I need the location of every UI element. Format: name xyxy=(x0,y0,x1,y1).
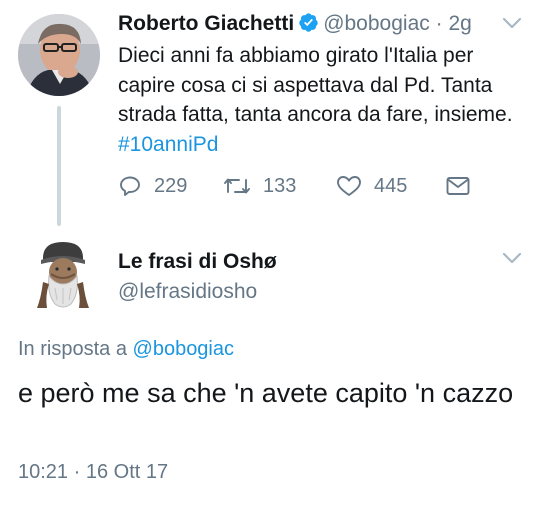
avatar-photo-image xyxy=(18,14,100,96)
tweet-actions: 229 133 445 xyxy=(118,174,478,202)
reply-time[interactable]: 10:21 xyxy=(18,461,68,483)
thread-connector-line xyxy=(57,106,61,226)
retweet-count: 133 xyxy=(263,174,297,197)
author-name[interactable]: Roberto Giachetti xyxy=(118,12,294,35)
reply-count: 229 xyxy=(154,174,188,197)
tweet-body: Dieci anni fa abbiamo girato l'Italia pe… xyxy=(118,44,513,126)
reply-tweet-text: e però me sa che 'n avete capito 'n cazz… xyxy=(18,378,514,408)
hashtag-link[interactable]: #10anniPd xyxy=(118,133,218,156)
like-button[interactable]: 445 xyxy=(336,174,407,198)
verified-badge-icon xyxy=(298,12,319,40)
reply-timestamp: 10:21 · 16 Ott 17 xyxy=(18,461,168,484)
heart-icon xyxy=(336,174,362,198)
tweet-time[interactable]: 2g xyxy=(448,12,471,35)
reply-date[interactable]: 16 Ott 17 xyxy=(86,461,168,483)
tweet-text: Dieci anni fa abbiamo girato l'Italia pe… xyxy=(118,41,528,159)
tweet-thread: Roberto Giachetti @bobogiac · 2g Dieci an… xyxy=(0,0,540,505)
reply-button[interactable]: 229 xyxy=(118,174,187,198)
bearded-man-avatar-image xyxy=(37,242,89,308)
reply-mention-link[interactable]: @bobogiac xyxy=(133,338,234,360)
reply-context: In risposta a @bobogiac xyxy=(18,338,234,361)
author-avatar[interactable] xyxy=(18,14,100,96)
chevron-down-icon[interactable] xyxy=(502,251,522,269)
reply-author-avatar[interactable] xyxy=(33,238,93,310)
retweet-icon xyxy=(223,174,251,198)
direct-message-button[interactable] xyxy=(445,174,471,198)
author-handle[interactable]: @bobogiac xyxy=(323,12,430,35)
separator-dot: · xyxy=(73,461,81,483)
chevron-down-icon[interactable] xyxy=(502,16,522,34)
reply-author-handle[interactable]: @lefrasidiosho xyxy=(118,280,257,304)
separator-dot: · xyxy=(435,12,443,35)
retweet-button[interactable]: 133 xyxy=(223,174,296,198)
reply-author-name[interactable]: Le frasi di Oshø xyxy=(118,250,277,274)
reply-icon xyxy=(118,174,142,198)
reply-prefix: In risposta a xyxy=(18,338,127,360)
like-count: 445 xyxy=(374,174,408,197)
envelope-icon xyxy=(445,174,471,198)
tweet-header: Roberto Giachetti @bobogiac · 2g xyxy=(118,11,472,40)
